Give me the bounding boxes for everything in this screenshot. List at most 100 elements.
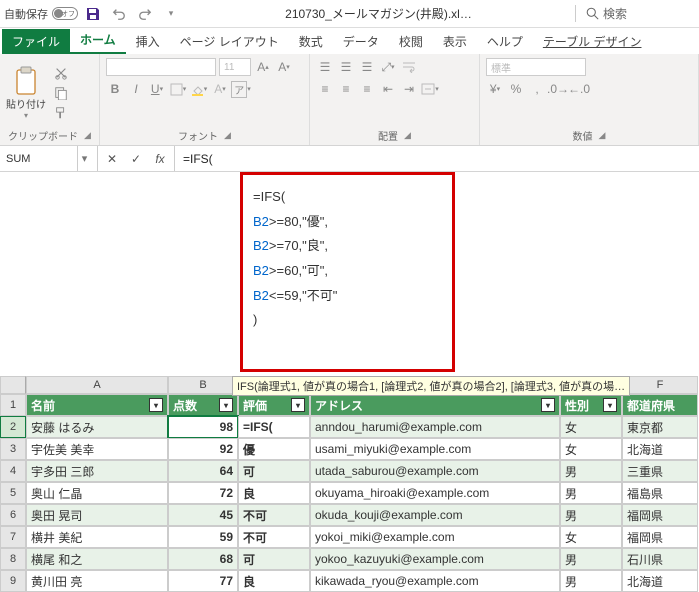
number-format-select[interactable]: 標準 — [486, 58, 586, 76]
phonetic-icon[interactable]: ア▾ — [232, 80, 250, 98]
border-icon[interactable]: ▾ — [169, 80, 187, 98]
increase-decimal-icon[interactable]: .0→ — [549, 80, 567, 98]
copy-icon[interactable] — [52, 84, 70, 102]
cell[interactable]: 男 — [560, 548, 622, 570]
align-middle-icon[interactable]: ☰ — [337, 58, 355, 76]
align-right-icon[interactable]: ≡ — [358, 80, 376, 98]
align-bottom-icon[interactable]: ☰ — [358, 58, 376, 76]
merge-center-icon[interactable]: ▾ — [421, 80, 439, 98]
dialog-launcher-icon[interactable]: ◢ — [599, 130, 606, 141]
row-header[interactable]: 3 — [0, 438, 26, 460]
cell[interactable]: 45 — [168, 504, 238, 526]
tab-insert[interactable]: 挿入 — [126, 29, 170, 54]
row-header[interactable]: 9 — [0, 570, 26, 592]
confirm-formula-icon[interactable]: ✓ — [126, 149, 146, 169]
filter-icon[interactable]: ▾ — [291, 398, 305, 412]
header-cell[interactable]: 名前▾ — [26, 394, 168, 416]
format-painter-icon[interactable] — [52, 104, 70, 122]
tab-home[interactable]: ホーム — [70, 27, 126, 54]
cell[interactable]: 北海道 — [622, 570, 698, 592]
cell[interactable]: 72 — [168, 482, 238, 504]
header-cell[interactable]: 性別▾ — [560, 394, 622, 416]
cell[interactable]: yokoi_miki@example.com — [310, 526, 560, 548]
row-header[interactable]: 4 — [0, 460, 26, 482]
cell[interactable]: 北海道 — [622, 438, 698, 460]
wrap-text-icon[interactable] — [400, 58, 418, 76]
save-icon[interactable] — [82, 3, 104, 25]
increase-indent-icon[interactable]: ⇥ — [400, 80, 418, 98]
cell[interactable]: 安藤 はるみ — [26, 416, 168, 438]
fx-icon[interactable]: fx — [150, 149, 170, 169]
col-header-B[interactable]: B — [168, 376, 238, 394]
cell[interactable]: 石川県 — [622, 548, 698, 570]
dialog-launcher-icon[interactable]: ◢ — [84, 130, 91, 141]
row-header[interactable]: 5 — [0, 482, 26, 504]
cell[interactable]: =IFS( — [238, 416, 310, 438]
tab-page-layout[interactable]: ページ レイアウト — [170, 29, 289, 54]
header-cell[interactable]: 評価▾ — [238, 394, 310, 416]
cell[interactable]: yokoo_kazuyuki@example.com — [310, 548, 560, 570]
formula-input[interactable]: =IFS( — [175, 152, 699, 166]
fill-color-icon[interactable]: ▾ — [190, 80, 208, 98]
cell[interactable]: utada_saburou@example.com — [310, 460, 560, 482]
switch-off-icon[interactable] — [52, 7, 78, 20]
qat-dropdown-icon[interactable]: ▾ — [160, 3, 182, 25]
row-header[interactable]: 8 — [0, 548, 26, 570]
increase-font-icon[interactable]: A▴ — [254, 58, 272, 76]
cell[interactable]: 奥山 仁晶 — [26, 482, 168, 504]
cell[interactable]: 男 — [560, 570, 622, 592]
cancel-formula-icon[interactable]: ✕ — [102, 149, 122, 169]
font-color-icon[interactable]: A▾ — [211, 80, 229, 98]
cell[interactable]: 優 — [238, 438, 310, 460]
cell[interactable]: 女 — [560, 438, 622, 460]
cell[interactable]: 良 — [238, 570, 310, 592]
cut-icon[interactable] — [52, 64, 70, 82]
autosave-toggle[interactable]: 自動保存 — [4, 6, 78, 22]
name-box[interactable]: SUM ▾ — [0, 146, 98, 171]
filter-icon[interactable]: ▾ — [541, 398, 555, 412]
font-size-select[interactable]: 11 — [219, 58, 251, 76]
cell[interactable]: okuda_kouji@example.com — [310, 504, 560, 526]
dialog-launcher-icon[interactable]: ◢ — [404, 130, 411, 141]
cell[interactable]: 不可 — [238, 504, 310, 526]
accounting-format-icon[interactable]: ¥▾ — [486, 80, 504, 98]
cell[interactable]: 黄川田 亮 — [26, 570, 168, 592]
header-cell[interactable]: アドレス▾ — [310, 394, 560, 416]
tab-formulas[interactable]: 数式 — [289, 29, 333, 54]
tab-help[interactable]: ヘルプ — [477, 29, 533, 54]
decrease-font-icon[interactable]: A▾ — [275, 58, 293, 76]
cell[interactable]: anndou_harumi@example.com — [310, 416, 560, 438]
tab-view[interactable]: 表示 — [433, 29, 477, 54]
cell[interactable]: 92 — [168, 438, 238, 460]
cell[interactable]: 宇佐美 美幸 — [26, 438, 168, 460]
cell[interactable]: 福岡県 — [622, 526, 698, 548]
cell[interactable]: 横尾 和之 — [26, 548, 168, 570]
cell[interactable]: 横井 美紀 — [26, 526, 168, 548]
select-all-corner[interactable] — [0, 376, 26, 394]
decrease-decimal-icon[interactable]: ←.0 — [570, 80, 588, 98]
font-name-select[interactable] — [106, 58, 216, 76]
cell[interactable]: 男 — [560, 460, 622, 482]
cell[interactable]: 福島県 — [622, 482, 698, 504]
cell[interactable]: 女 — [560, 416, 622, 438]
tab-table-design[interactable]: テーブル デザイン — [533, 29, 652, 54]
cell[interactable]: 奥田 晃司 — [26, 504, 168, 526]
cell[interactable]: 良 — [238, 482, 310, 504]
undo-icon[interactable] — [108, 3, 130, 25]
cell[interactable]: 可 — [238, 548, 310, 570]
cell[interactable]: 可 — [238, 460, 310, 482]
comma-format-icon[interactable]: , — [528, 80, 546, 98]
bold-button[interactable]: B — [106, 80, 124, 98]
filter-icon[interactable]: ▾ — [219, 398, 233, 412]
chevron-down-icon[interactable]: ▾ — [77, 146, 91, 171]
cell[interactable]: kikawada_ryou@example.com — [310, 570, 560, 592]
cell[interactable]: 不可 — [238, 526, 310, 548]
cell[interactable]: 男 — [560, 482, 622, 504]
paste-button[interactable]: 貼り付け ▾ — [6, 66, 46, 120]
row-header[interactable]: 6 — [0, 504, 26, 526]
header-cell[interactable]: 点数▾ — [168, 394, 238, 416]
cell[interactable]: 59 — [168, 526, 238, 548]
decrease-indent-icon[interactable]: ⇤ — [379, 80, 397, 98]
align-left-icon[interactable]: ≡ — [316, 80, 334, 98]
header-cell[interactable]: 都道府県 — [622, 394, 698, 416]
